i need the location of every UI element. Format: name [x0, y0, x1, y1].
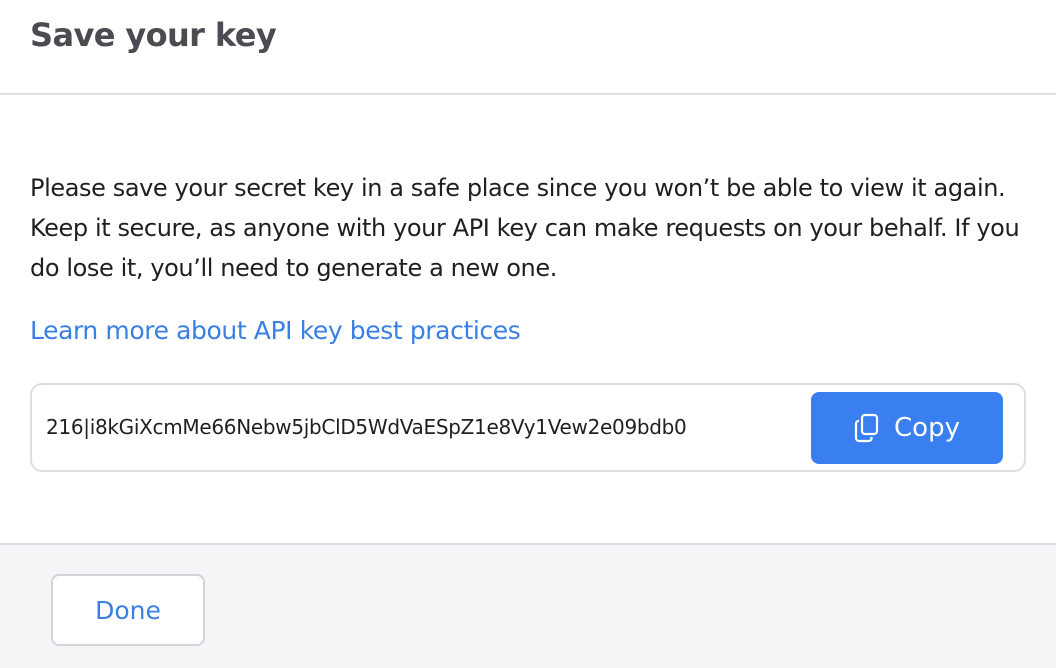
save-key-modal: Save your key Please save your secret ke…: [0, 0, 1056, 668]
modal-footer: Done: [0, 543, 1056, 668]
modal-body: Please save your secret key in a safe pl…: [0, 95, 1056, 543]
done-button[interactable]: Done: [51, 574, 205, 646]
modal-description: Please save your secret key in a safe pl…: [30, 174, 1020, 282]
modal-title: Save your key: [30, 16, 277, 54]
api-key-field[interactable]: 216|i8kGiXcmMe66Nebw5jbClD5WdVaESpZ1e8Vy…: [30, 383, 1026, 472]
learn-more-link[interactable]: Learn more about API key best practices: [30, 316, 521, 345]
api-key-value[interactable]: 216|i8kGiXcmMe66Nebw5jbClD5WdVaESpZ1e8Vy…: [46, 415, 687, 439]
copy-button[interactable]: Copy: [811, 392, 1003, 464]
copy-icon: [854, 413, 880, 443]
modal-header: Save your key: [0, 0, 1056, 95]
copy-button-label: Copy: [894, 413, 960, 443]
